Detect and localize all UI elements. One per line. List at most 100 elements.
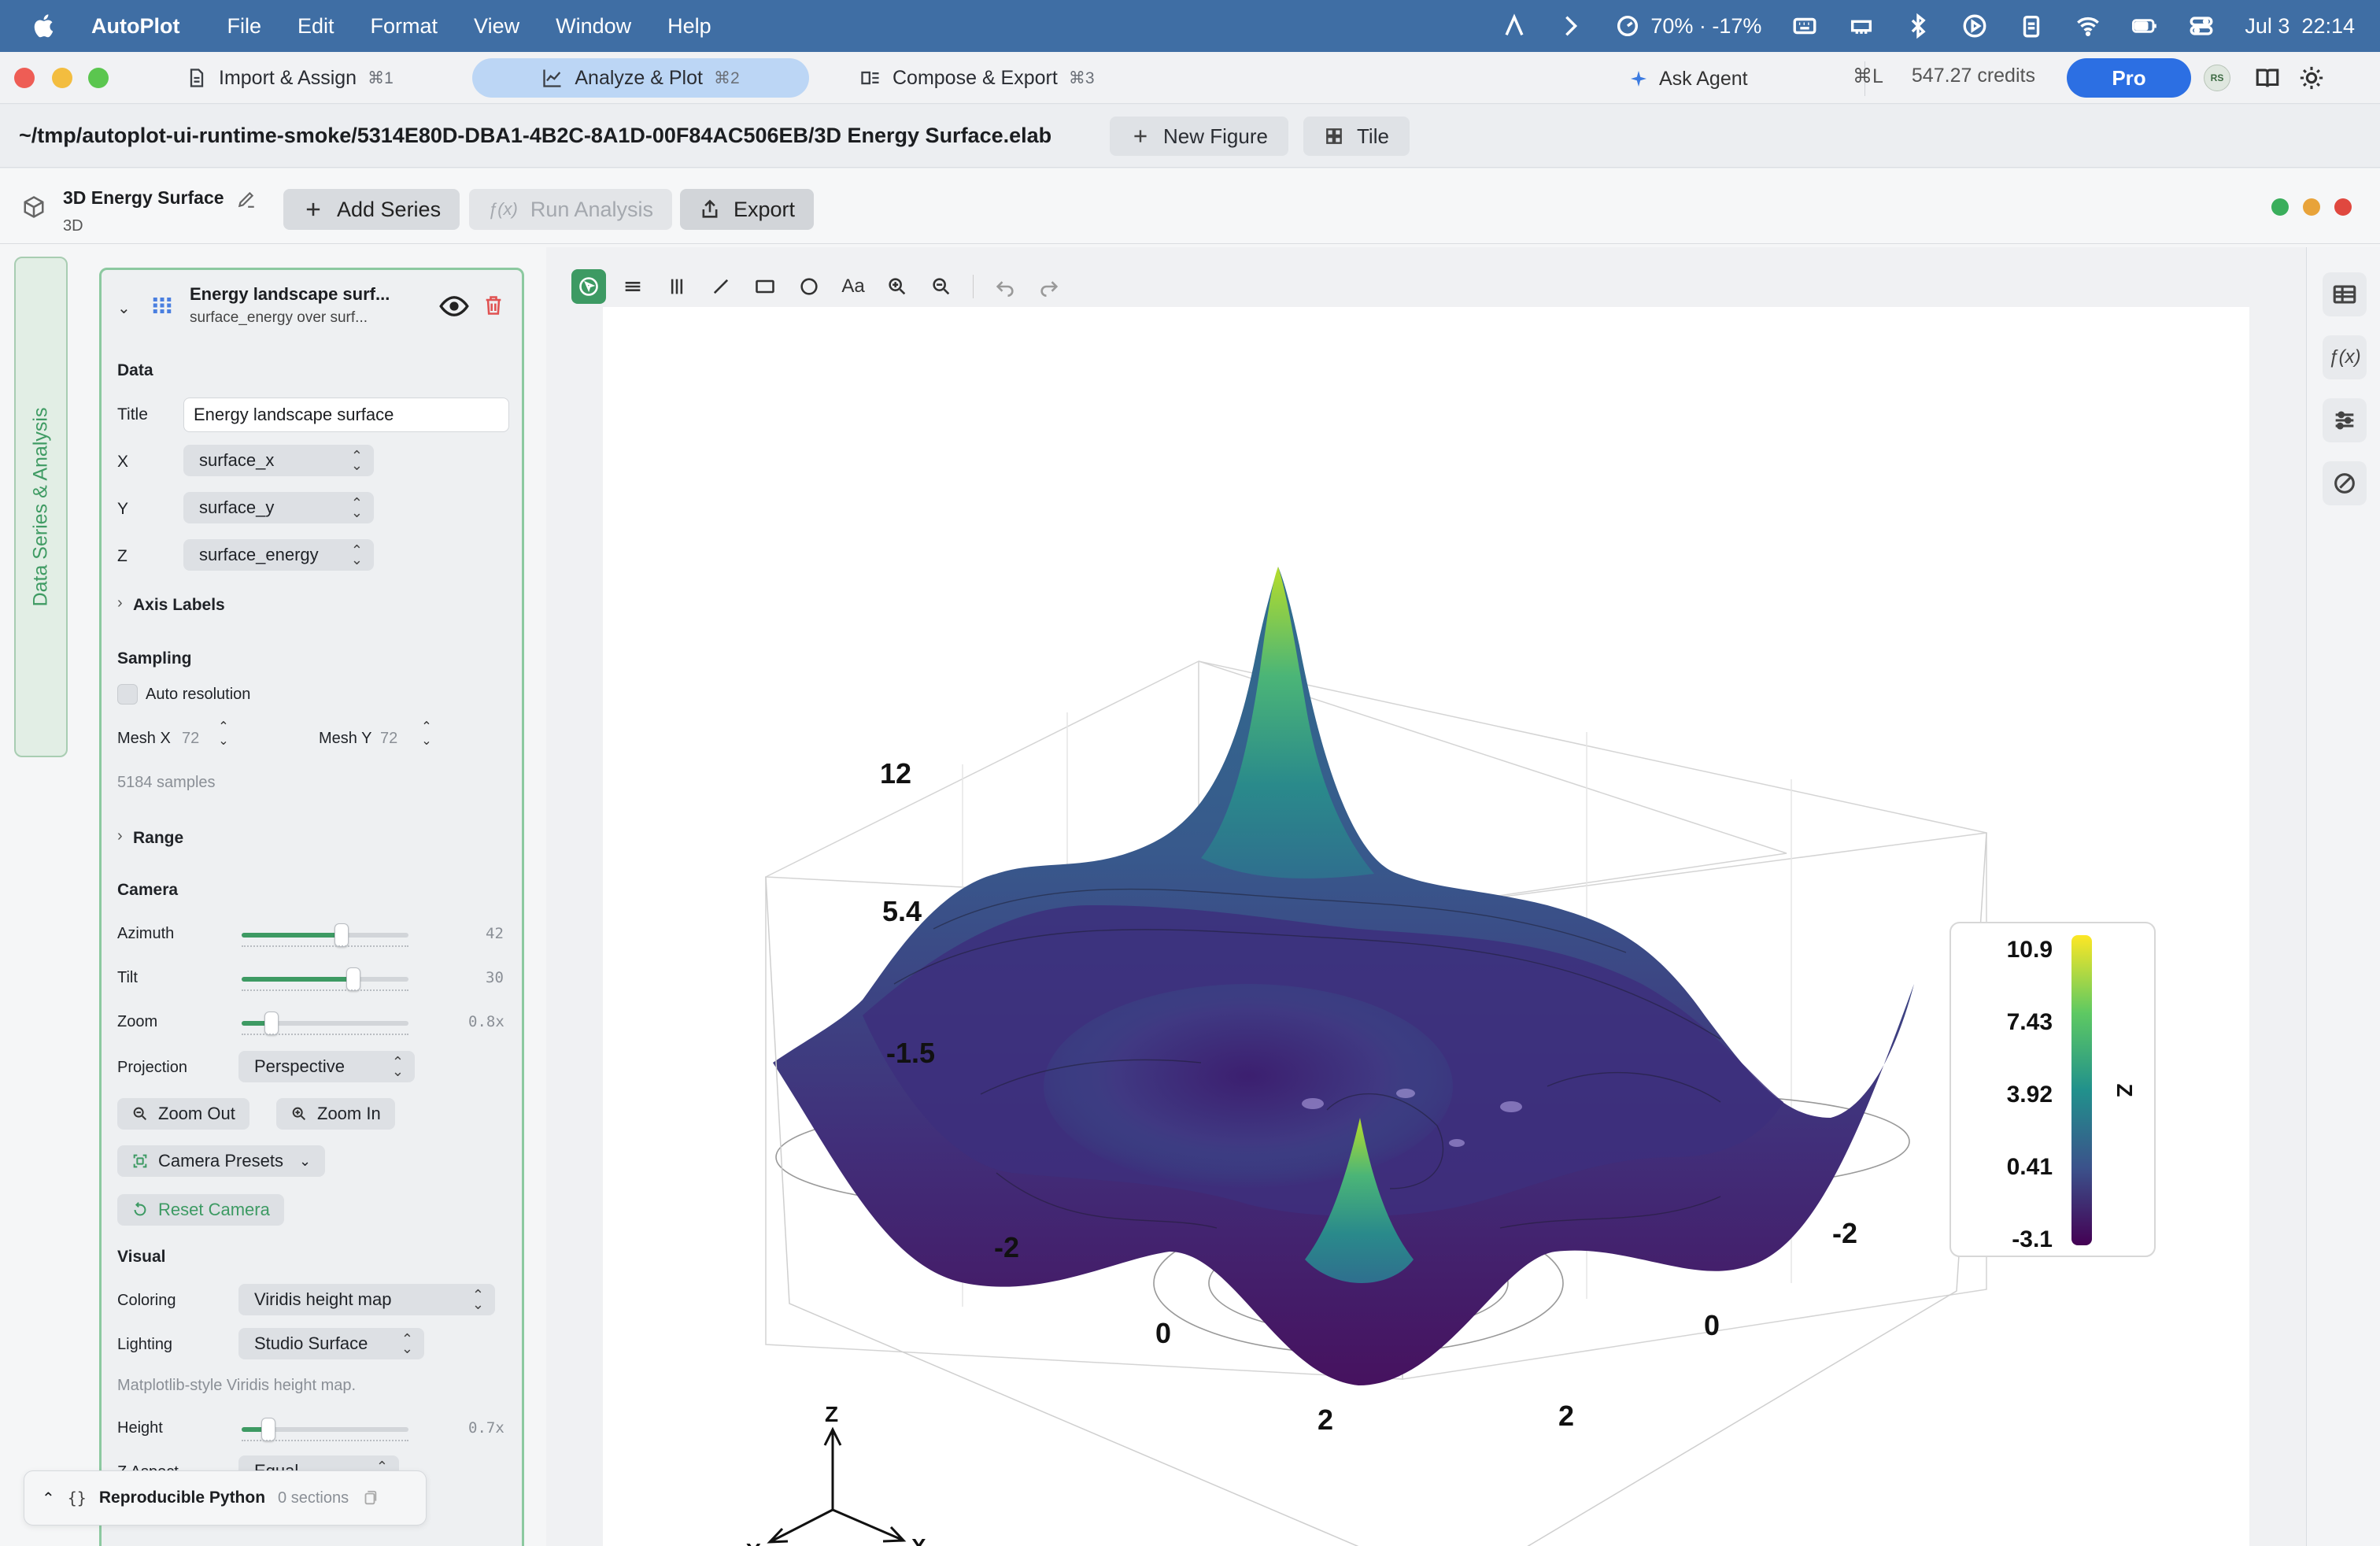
triad-y-label: Y [746, 1539, 761, 1546]
window-orange-dot[interactable] [2303, 198, 2320, 216]
chevron-right-icon[interactable]: › [117, 827, 123, 845]
camera-presets-menu[interactable]: Camera Presets ⌄ [117, 1145, 326, 1177]
menu-view[interactable]: View [474, 14, 519, 39]
updown-chevron-icon: ⌃⌄ [350, 495, 363, 520]
ellipse-tool[interactable] [792, 269, 826, 304]
azimuth-slider[interactable] [242, 923, 408, 947]
zoom-out-button[interactable]: Zoom Out [117, 1098, 249, 1130]
series-name[interactable]: Energy landscape surf... [190, 284, 390, 305]
zoom-in-button[interactable]: Zoom In [276, 1098, 395, 1130]
figure-title[interactable]: 3D Energy Surface [63, 187, 224, 209]
range-disclosure[interactable]: Range [133, 829, 183, 848]
hline-tool[interactable] [615, 269, 650, 304]
avatar[interactable]: RS [2204, 65, 2230, 91]
window-green-dot[interactable] [2271, 198, 2289, 216]
reproducible-python-bar[interactable]: ⌃ {} Reproducible Python 0 sections [24, 1470, 427, 1526]
status-readout[interactable]: 70% · -17% [1650, 14, 1761, 39]
apple-logo-icon[interactable] [31, 13, 58, 39]
chevron-right-icon[interactable]: › [117, 594, 123, 612]
table-view-button[interactable] [2323, 272, 2367, 316]
menu-file[interactable]: File [227, 14, 261, 39]
lighting-select[interactable]: Studio Surface ⌃ ⌄ [238, 1328, 424, 1359]
tilt-slider[interactable] [242, 967, 408, 991]
y-column-select[interactable]: surface_y ⌃ ⌄ [183, 492, 374, 523]
trash-icon[interactable] [482, 294, 504, 317]
app-name[interactable]: AutoPlot [91, 14, 179, 39]
battery-icon[interactable] [2131, 13, 2158, 39]
redo-button[interactable] [1032, 269, 1066, 304]
agent-shortcut: ⌘L [1853, 65, 1883, 87]
window-zoom-button[interactable] [88, 68, 109, 88]
eye-icon[interactable] [438, 295, 470, 317]
projection-select[interactable]: Perspective ⌃ ⌄ [238, 1051, 415, 1082]
add-series-button[interactable]: Add Series [283, 189, 460, 230]
copy-icon[interactable] [361, 1489, 379, 1507]
tab-analyze-plot[interactable]: Analyze & Plot ⌘2 [472, 58, 809, 98]
zoom-out-tool[interactable] [924, 269, 959, 304]
sun-icon[interactable] [2298, 65, 2325, 91]
zoom-in-tool[interactable] [880, 269, 915, 304]
font-a-icon[interactable] [1501, 13, 1528, 39]
height-slider[interactable] [242, 1418, 408, 1441]
text-tool[interactable]: Aa [836, 269, 870, 304]
menu-format[interactable]: Format [371, 14, 438, 39]
play-circle-icon[interactable] [1961, 13, 1988, 39]
window-close-button[interactable] [14, 68, 35, 88]
window-red-dot[interactable] [2334, 198, 2352, 216]
axis-labels-disclosure[interactable]: Axis Labels [133, 596, 225, 615]
zoom-slider[interactable] [242, 1012, 408, 1035]
undo-icon [996, 281, 1014, 297]
adjustments-button[interactable] [2323, 398, 2367, 442]
z-column-select[interactable]: surface_energy ⌃ ⌄ [183, 539, 374, 571]
tilt-slider-thumb[interactable] [346, 967, 361, 991]
export-button[interactable]: Export [680, 189, 815, 230]
circle-icon [800, 278, 818, 295]
tab-compose-export[interactable]: Compose & Export ⌘3 [839, 58, 1115, 98]
menu-help[interactable]: Help [667, 14, 711, 39]
mesh-x-stepper[interactable]: ⌃ ⌄ [213, 720, 234, 755]
chevron-down-icon[interactable]: ⌄ [117, 298, 131, 318]
credits-label[interactable]: 547.27 credits [1912, 65, 2035, 88]
clipboard-icon[interactable] [2018, 13, 2045, 39]
height-slider-thumb[interactable] [261, 1418, 275, 1441]
x-column-select[interactable]: surface_x ⌃ ⌄ [183, 445, 374, 476]
wifi-icon[interactable] [2075, 13, 2101, 39]
menu-edit[interactable]: Edit [298, 14, 334, 39]
mesh-y-value[interactable]: 72 [380, 730, 397, 748]
memory-icon[interactable] [1848, 13, 1875, 39]
analysis-check-button[interactable] [2323, 461, 2367, 505]
mesh-x-value[interactable]: 72 [182, 730, 199, 748]
surface-plot[interactable]: 12 5.4 -1.5 -2 0 2 -2 0 2 Z Y X [603, 307, 2249, 1546]
figure-canvas[interactable]: 12 5.4 -1.5 -2 0 2 -2 0 2 Z Y X [603, 307, 2249, 1546]
rect-tool[interactable] [748, 269, 782, 304]
bluetooth-icon[interactable] [1905, 13, 1931, 39]
azimuth-slider-thumb[interactable] [334, 923, 349, 947]
line-tool[interactable] [704, 269, 738, 304]
title-field[interactable]: Energy landscape surface [183, 398, 509, 432]
menubar-clock[interactable]: Jul 3 22:14 [2245, 14, 2355, 39]
vline-tool[interactable] [660, 269, 694, 304]
window-minimize-button[interactable] [52, 68, 72, 88]
new-figure-button[interactable]: New Figure [1110, 117, 1288, 156]
function-panel-button[interactable]: ƒ(x) [2323, 335, 2367, 379]
tile-button[interactable]: Tile [1303, 117, 1410, 156]
chevron-up-icon[interactable]: ⌃ [42, 1489, 55, 1508]
book-icon[interactable] [2254, 65, 2281, 91]
tab-import-assign[interactable]: Import & Assign ⌘1 [165, 58, 414, 98]
chevron-right-icon[interactable] [1558, 13, 1584, 39]
menu-window[interactable]: Window [556, 14, 631, 39]
tab-label: Analyze & Plot [575, 66, 703, 89]
select-tool[interactable] [571, 269, 606, 304]
pro-button[interactable]: Pro [2067, 58, 2191, 98]
zoom-slider-thumb[interactable] [264, 1012, 279, 1035]
pencil-icon[interactable] [236, 189, 257, 209]
run-analysis-button[interactable]: ƒ(x) Run Analysis [469, 189, 672, 230]
reset-camera-button[interactable]: Reset Camera [117, 1194, 284, 1226]
undo-button[interactable] [988, 269, 1022, 304]
auto-resolution-checkbox[interactable] [117, 684, 138, 705]
mesh-y-stepper[interactable]: ⌃ ⌄ [416, 720, 437, 755]
coloring-select[interactable]: Viridis height map ⌃ ⌄ [238, 1284, 495, 1315]
control-center-icon[interactable] [2188, 13, 2215, 39]
ask-agent-button[interactable]: Ask Agent [1606, 61, 1865, 96]
keyboard-icon[interactable] [1791, 13, 1818, 39]
